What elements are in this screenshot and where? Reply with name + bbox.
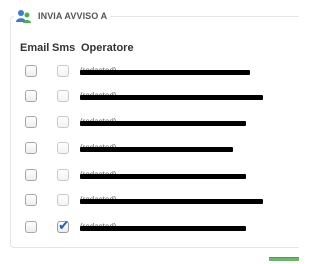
operator-row: (redacted) xyxy=(0,168,300,184)
resize-handle[interactable] xyxy=(269,257,299,261)
redaction-bar xyxy=(80,95,263,100)
redaction-bar xyxy=(80,70,250,75)
email-checkbox[interactable] xyxy=(25,90,37,102)
redaction-bar xyxy=(80,174,246,179)
sms-checkbox[interactable] xyxy=(57,169,69,181)
email-checkbox[interactable] xyxy=(25,221,37,233)
sms-checkbox[interactable]: ✔ xyxy=(57,217,70,233)
redaction-bar xyxy=(80,199,263,204)
email-checkbox[interactable] xyxy=(25,169,37,181)
sms-checkbox[interactable] xyxy=(57,90,69,102)
sms-checkbox[interactable] xyxy=(57,116,69,128)
sms-checkbox[interactable] xyxy=(57,142,69,154)
section-title: INVIA AVVISO A xyxy=(38,11,108,21)
email-checkbox[interactable] xyxy=(25,142,37,154)
column-header-operator: Operatore xyxy=(81,42,134,54)
redaction-bar xyxy=(80,226,246,231)
email-checkbox[interactable] xyxy=(25,116,37,128)
section-legend: INVIA AVVISO A xyxy=(14,8,111,24)
email-checkbox[interactable] xyxy=(25,194,37,206)
user-icon xyxy=(16,9,32,24)
operator-row: ✔ (redacted) xyxy=(0,217,300,236)
sms-checkbox[interactable] xyxy=(57,194,69,206)
operator-row: (redacted) xyxy=(0,64,300,80)
email-checkbox[interactable] xyxy=(25,65,37,77)
page: INVIA AVVISO A Email Sms Operatore (reda… xyxy=(0,0,300,264)
redaction-bar xyxy=(80,121,246,126)
operator-row: (redacted) xyxy=(0,115,300,131)
operator-row: (redacted) xyxy=(0,193,300,209)
operator-row: (redacted) xyxy=(0,89,300,105)
column-header-email: Email xyxy=(20,42,50,54)
column-header-sms: Sms xyxy=(52,42,76,54)
redaction-bar xyxy=(80,147,233,152)
sms-checkbox[interactable] xyxy=(57,65,69,77)
checkmark-icon: ✔ xyxy=(58,217,70,233)
operator-row: (redacted) xyxy=(0,141,300,157)
